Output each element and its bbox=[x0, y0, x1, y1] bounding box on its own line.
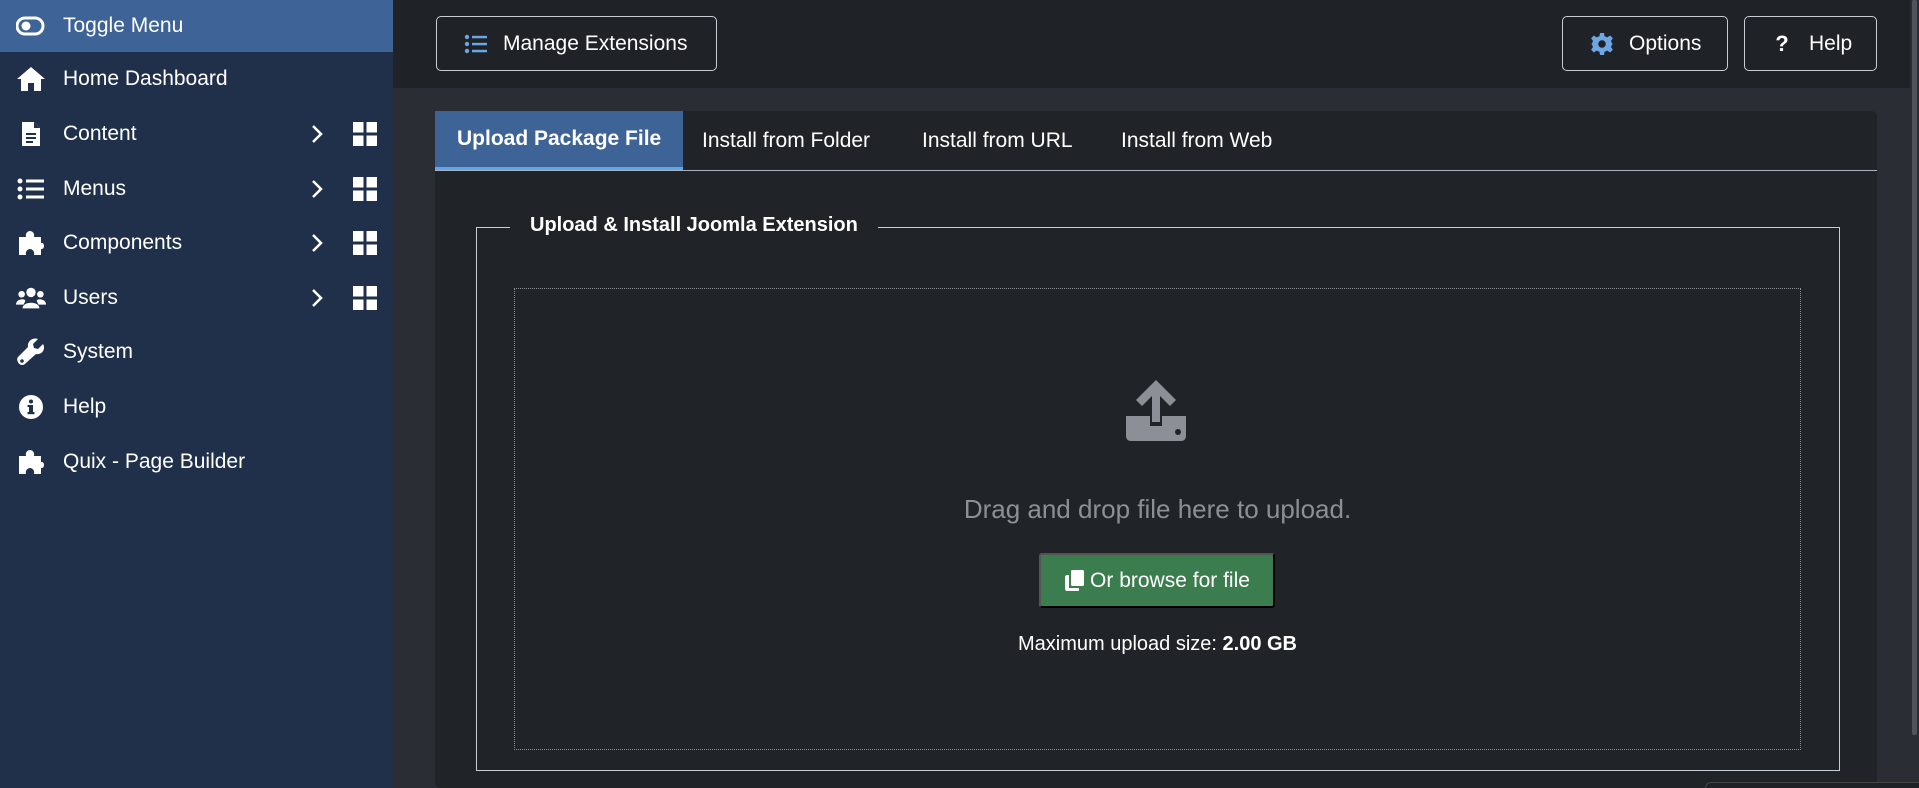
chevron-right-icon[interactable] bbox=[307, 231, 327, 255]
max-upload-size: Maximum upload size: 2.00 GB bbox=[514, 633, 1801, 656]
tab-install-from-web[interactable]: Install from Web bbox=[1121, 111, 1272, 170]
max-upload-value: 2.00 GB bbox=[1222, 633, 1297, 655]
drop-instructions: Drag and drop file here to upload. bbox=[963, 494, 1352, 524]
panel-edge bbox=[1705, 782, 1919, 788]
home-icon bbox=[16, 64, 46, 94]
sidebar-item-label: Home Dashboard bbox=[63, 67, 228, 90]
manage-extensions-label: Manage Extensions bbox=[503, 31, 688, 55]
sidebar-item-label: Content bbox=[63, 122, 137, 145]
chevron-right-icon[interactable] bbox=[307, 177, 327, 201]
manage-extensions-button[interactable]: Manage Extensions bbox=[436, 16, 717, 71]
upload-icon bbox=[1122, 376, 1190, 444]
chevron-right-icon[interactable] bbox=[307, 122, 327, 146]
tab-install-from-url[interactable]: Install from URL bbox=[922, 111, 1073, 170]
tab-install-from-folder[interactable]: Install from Folder bbox=[702, 111, 870, 170]
users-icon bbox=[16, 283, 46, 313]
list-icon bbox=[16, 174, 46, 204]
sidebar-item-label: Menus bbox=[63, 177, 127, 200]
dashboard-grid-icon[interactable] bbox=[352, 176, 378, 202]
sidebar-item-home-dashboard[interactable]: Home Dashboard bbox=[0, 52, 393, 106]
sidebar-item-users[interactable]: Users bbox=[0, 271, 393, 325]
copy-icon bbox=[1064, 569, 1086, 593]
dashboard-grid-icon[interactable] bbox=[352, 121, 378, 147]
toggle-icon bbox=[16, 11, 46, 41]
browse-file-button[interactable]: Or browse for file bbox=[1039, 553, 1275, 608]
info-icon bbox=[16, 392, 46, 422]
puzzle-icon bbox=[16, 228, 46, 258]
sidebar-item-content[interactable]: Content bbox=[0, 107, 393, 161]
gear-icon bbox=[1587, 29, 1617, 59]
tab-upload-package-file[interactable]: Upload Package File bbox=[435, 111, 684, 170]
help-label: Help bbox=[1809, 31, 1853, 55]
puzzle-icon bbox=[16, 447, 46, 477]
sidebar-item-help[interactable]: Help bbox=[0, 380, 393, 434]
max-upload-label: Maximum upload size: bbox=[1017, 633, 1217, 655]
sidebar-item-quix-page-builder[interactable]: Quix - Page Builder bbox=[0, 435, 393, 489]
upload-legend: Upload & Install Joomla Extension bbox=[510, 214, 878, 237]
dashboard-grid-icon[interactable] bbox=[352, 230, 378, 256]
question-icon: ? bbox=[1775, 30, 1789, 56]
sidebar-item-label: Help bbox=[63, 395, 107, 418]
wrench-icon bbox=[16, 337, 46, 367]
install-tabs: Upload Package File Install from Folder … bbox=[435, 111, 1877, 171]
options-label: Options bbox=[1629, 31, 1702, 55]
sidebar-item-label: Components bbox=[63, 231, 183, 254]
sidebar-item-components[interactable]: Components bbox=[0, 216, 393, 270]
list-icon bbox=[461, 29, 491, 59]
sidebar-item-label: Toggle Menu bbox=[63, 14, 184, 37]
help-button[interactable]: ? Help bbox=[1744, 16, 1877, 71]
sidebar-item-system[interactable]: System bbox=[0, 325, 393, 379]
file-icon bbox=[16, 119, 46, 149]
sidebar-item-label: Quix - Page Builder bbox=[63, 450, 246, 473]
scrollbar-thumb[interactable] bbox=[1912, 0, 1917, 735]
dashboard-grid-icon[interactable] bbox=[352, 285, 378, 311]
sidebar-item-toggle-menu[interactable]: Toggle Menu bbox=[0, 0, 393, 52]
browse-file-label: Or browse for file bbox=[1090, 568, 1250, 592]
sidebar-item-menus[interactable]: Menus bbox=[0, 162, 393, 216]
sidebar: Toggle Menu Home Dashboard Content Menus bbox=[0, 0, 393, 788]
chevron-right-icon[interactable] bbox=[307, 286, 327, 310]
options-button[interactable]: Options bbox=[1562, 16, 1728, 71]
sidebar-item-label: System bbox=[63, 340, 134, 363]
sidebar-item-label: Users bbox=[63, 286, 118, 309]
